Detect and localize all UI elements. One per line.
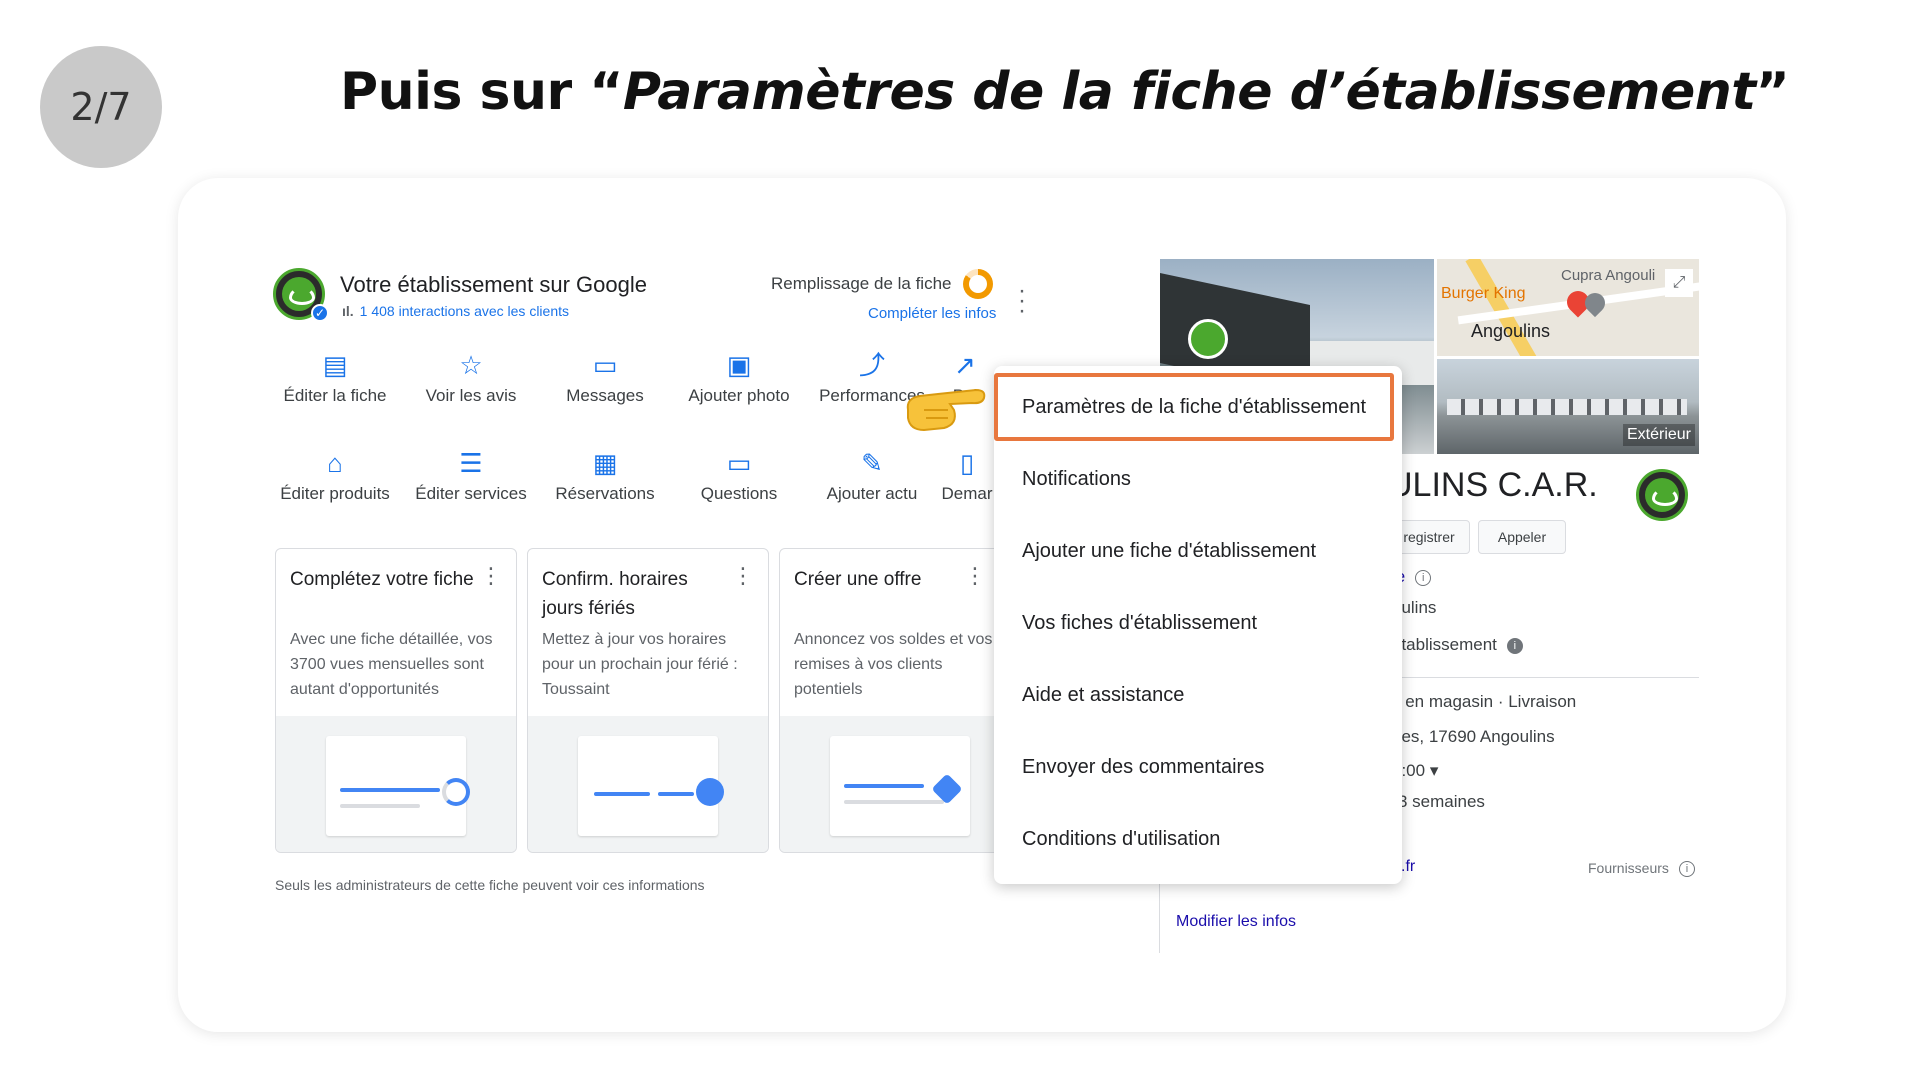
- step-badge: 2/7: [40, 46, 162, 168]
- overflow-menu: Paramètres de la fiche d'établissement N…: [994, 366, 1402, 884]
- messages-button[interactable]: ▭ Messages: [530, 350, 680, 406]
- more-vert-icon[interactable]: · · ·: [1014, 279, 1030, 323]
- map-label-burger: Burger King: [1441, 285, 1526, 302]
- menu-item-help[interactable]: Aide et assistance: [1022, 684, 1184, 707]
- read-reviews-button[interactable]: ☆ Voir les avis: [396, 350, 546, 406]
- suppliers-label: Fournisseurs i: [1588, 860, 1695, 878]
- kp-line-6: 3 semaines: [1398, 792, 1485, 811]
- fill-label: Remplissage de la fiche: [771, 274, 952, 293]
- gbp-title: Votre établissement sur Google: [340, 272, 647, 297]
- business-logo: [1636, 469, 1688, 521]
- add-photo-button[interactable]: ▣ Ajouter photo: [664, 350, 814, 406]
- trending-up-icon: ↗: [954, 350, 976, 380]
- questions-button[interactable]: ▭ Questions: [664, 448, 814, 504]
- menu-item-feedback[interactable]: Envoyer des commentaires: [1022, 756, 1264, 779]
- map-label-town: Angoulins: [1471, 321, 1551, 341]
- expand-icon[interactable]: ⤢: [1665, 269, 1693, 297]
- complete-info-link[interactable]: Compléter les infos: [868, 305, 996, 322]
- pointing-hand-icon: [906, 388, 986, 432]
- info-icon[interactable]: i: [1415, 569, 1432, 586]
- info-icon[interactable]: i: [1506, 637, 1523, 654]
- bar-chart-icon: ıl.: [342, 303, 354, 319]
- headline: Puis sur “Paramètres de la fiche d’établ…: [340, 62, 1790, 122]
- info-icon[interactable]: i: [1678, 861, 1695, 878]
- admins-note: Seuls les administrateurs de cette fiche…: [275, 877, 705, 893]
- edit-info-link[interactable]: Modifier les infos: [1176, 913, 1296, 931]
- kp-line-4: nes, 17690 Angoulins: [1392, 727, 1555, 746]
- suggestion-card-holiday-hours[interactable]: Confirm. horaires jours fériés ⋮ Mettez …: [527, 548, 769, 853]
- exterior-photo[interactable]: Extérieur: [1437, 359, 1699, 454]
- profile-illustration: [276, 716, 516, 852]
- verified-icon: ✓: [311, 304, 329, 322]
- calendar-icon: ▦: [592, 448, 618, 478]
- chevron-down-icon: ▾: [1425, 761, 1439, 780]
- more-vert-icon[interactable]: ⋮: [732, 563, 754, 589]
- star-review-icon: ☆: [459, 350, 483, 380]
- kp-line-2: établissement i: [1392, 635, 1523, 655]
- kp-line-3: s en magasin · Livraison: [1392, 692, 1577, 711]
- map-label-cupra: Cupra Angouli: [1561, 267, 1656, 284]
- call-button[interactable]: Appeler: [1478, 520, 1566, 554]
- menu-item-your-profiles[interactable]: Vos fiches d'établissement: [1022, 612, 1257, 635]
- skoda-sign-icon: [1188, 319, 1228, 359]
- suggestion-card-complete-profile[interactable]: Complétez votre fiche ⋮ Avec une fiche d…: [275, 548, 517, 853]
- add-update-button[interactable]: ✎ Ajouter actu: [797, 448, 947, 504]
- more-vert-icon[interactable]: ⋮: [964, 563, 986, 589]
- offer-illustration: [780, 716, 1000, 852]
- edit-products-button[interactable]: ⌂ Éditer produits: [260, 448, 410, 504]
- bookings-button[interactable]: ▦ Réservations: [530, 448, 680, 504]
- menu-item-terms[interactable]: Conditions d'utilisation: [1022, 828, 1220, 851]
- photo-label: Extérieur: [1622, 424, 1695, 446]
- edit-services-button[interactable]: ☰ Éditer services: [396, 448, 546, 504]
- business-name: ULINS C.A.R.: [1388, 466, 1598, 504]
- post-add-icon: ✎: [861, 448, 883, 478]
- interactions-link[interactable]: ıl. 1 408 interactions avec les clients: [342, 303, 569, 319]
- message-icon: ▭: [592, 350, 618, 380]
- forum-icon: ▭: [726, 448, 752, 478]
- quote-requests-button[interactable]: ▯ Demar: [934, 448, 1000, 504]
- more-vert-icon[interactable]: ⋮: [480, 563, 502, 589]
- menu-item-notifications[interactable]: Notifications: [1022, 468, 1131, 491]
- highlight-box: [994, 373, 1394, 441]
- storefront-icon: ▤: [322, 350, 348, 380]
- menu-item-add-profile[interactable]: Ajouter une fiche d'établissement: [1022, 540, 1316, 563]
- suggestion-card-create-offer[interactable]: Créer une offre ⋮ Annoncez vos soldes et…: [779, 548, 1001, 853]
- request-icon: ▯: [959, 448, 975, 478]
- shopping-bag-icon: ⌂: [327, 448, 343, 478]
- list-icon: ☰: [459, 448, 483, 478]
- map-thumbnail[interactable]: Burger King Cupra Angouli Angoulins ⤢: [1437, 259, 1699, 356]
- kp-separator: [1386, 677, 1699, 678]
- image-icon: ▣: [726, 350, 752, 380]
- trending-icon: ⤴: [858, 350, 885, 380]
- edit-profile-button[interactable]: ▤ Éditer la fiche: [260, 350, 410, 406]
- hours-illustration: [528, 716, 768, 852]
- completion-ring-icon: [963, 269, 993, 299]
